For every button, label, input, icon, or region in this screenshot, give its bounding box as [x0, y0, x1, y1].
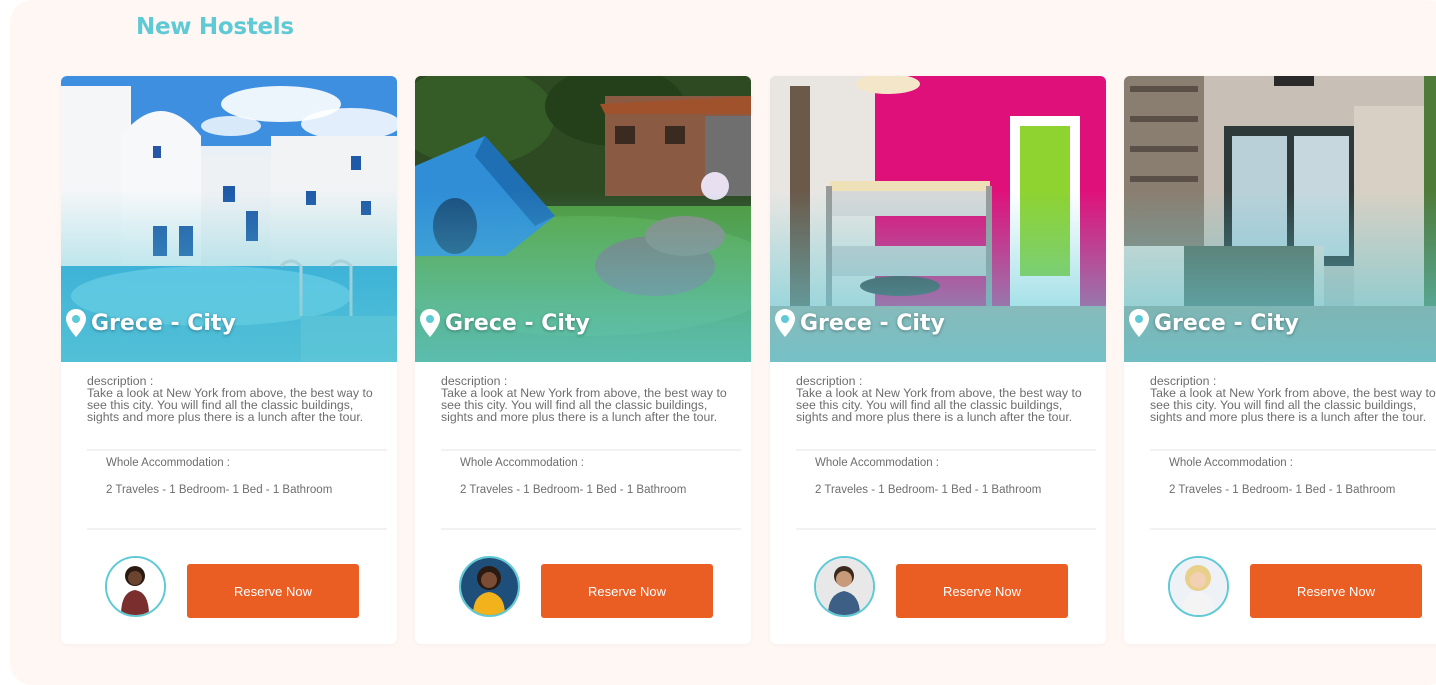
location-text: Grece - City [91, 310, 236, 336]
description-text: Take a look at New York from above, the … [87, 386, 373, 424]
description: description : Take a look at New York fr… [796, 375, 1094, 423]
accommodation-value: 2 Traveles - 1 Bedroom- 1 Bed - 1 Bathro… [106, 484, 333, 496]
hostel-photo[interactable]: Grece - City [61, 76, 397, 362]
hostel-photo[interactable]: Grece - City [415, 76, 751, 362]
accommodation-value: 2 Traveles - 1 Bedroom- 1 Bed - 1 Bathro… [460, 484, 687, 496]
reserve-now-button[interactable]: Reserve Now [1250, 564, 1422, 618]
location-text: Grece - City [800, 310, 945, 336]
map-pin-icon [1129, 309, 1149, 337]
hostel-card[interactable]: Grece - City description : Take a look a… [1124, 76, 1436, 644]
description-text: Take a look at New York from above, the … [796, 386, 1082, 424]
accommodation-label: Whole Accommodation : [815, 457, 940, 469]
divider [441, 528, 741, 530]
location: Grece - City [1128, 308, 1299, 338]
host-avatar[interactable] [814, 556, 875, 617]
hostel-photo[interactable]: Grece - City [770, 76, 1106, 362]
location: Grece - City [65, 308, 236, 338]
reserve-now-button[interactable]: Reserve Now [896, 564, 1068, 618]
map-pin-icon [775, 309, 795, 337]
location-text: Grece - City [1154, 310, 1299, 336]
divider [1150, 528, 1436, 530]
reserve-now-button[interactable]: Reserve Now [541, 564, 713, 618]
description-text: Take a look at New York from above, the … [441, 386, 727, 424]
location: Grece - City [774, 308, 945, 338]
divider [87, 528, 387, 530]
divider [87, 449, 387, 451]
location: Grece - City [419, 308, 590, 338]
accommodation-value: 2 Traveles - 1 Bedroom- 1 Bed - 1 Bathro… [1169, 484, 1396, 496]
section-title: New Hostels [136, 14, 294, 40]
reserve-now-button[interactable]: Reserve Now [187, 564, 359, 618]
description: description : Take a look at New York fr… [87, 375, 385, 423]
hostel-photo[interactable]: Grece - City [1124, 76, 1436, 362]
divider [1150, 449, 1436, 451]
accommodation-label: Whole Accommodation : [1169, 457, 1294, 469]
description: description : Take a look at New York fr… [1150, 375, 1436, 423]
divider [796, 528, 1096, 530]
divider [441, 449, 741, 451]
map-pin-icon [420, 309, 440, 337]
host-avatar[interactable] [105, 556, 166, 617]
accommodation-label: Whole Accommodation : [460, 457, 585, 469]
description: description : Take a look at New York fr… [441, 375, 739, 423]
accommodation-label: Whole Accommodation : [106, 457, 231, 469]
accommodation-value: 2 Traveles - 1 Bedroom- 1 Bed - 1 Bathro… [815, 484, 1042, 496]
map-pin-icon [66, 309, 86, 337]
description-text: Take a look at New York from above, the … [1150, 386, 1436, 424]
hostel-card[interactable]: Grece - City description : Take a look a… [415, 76, 751, 644]
divider [796, 449, 1096, 451]
host-avatar[interactable] [459, 556, 520, 617]
hostel-card[interactable]: Grece - City description : Take a look a… [770, 76, 1106, 644]
hostel-card[interactable]: Grece - City description : Take a look a… [61, 76, 397, 644]
location-text: Grece - City [445, 310, 590, 336]
host-avatar[interactable] [1168, 556, 1229, 617]
